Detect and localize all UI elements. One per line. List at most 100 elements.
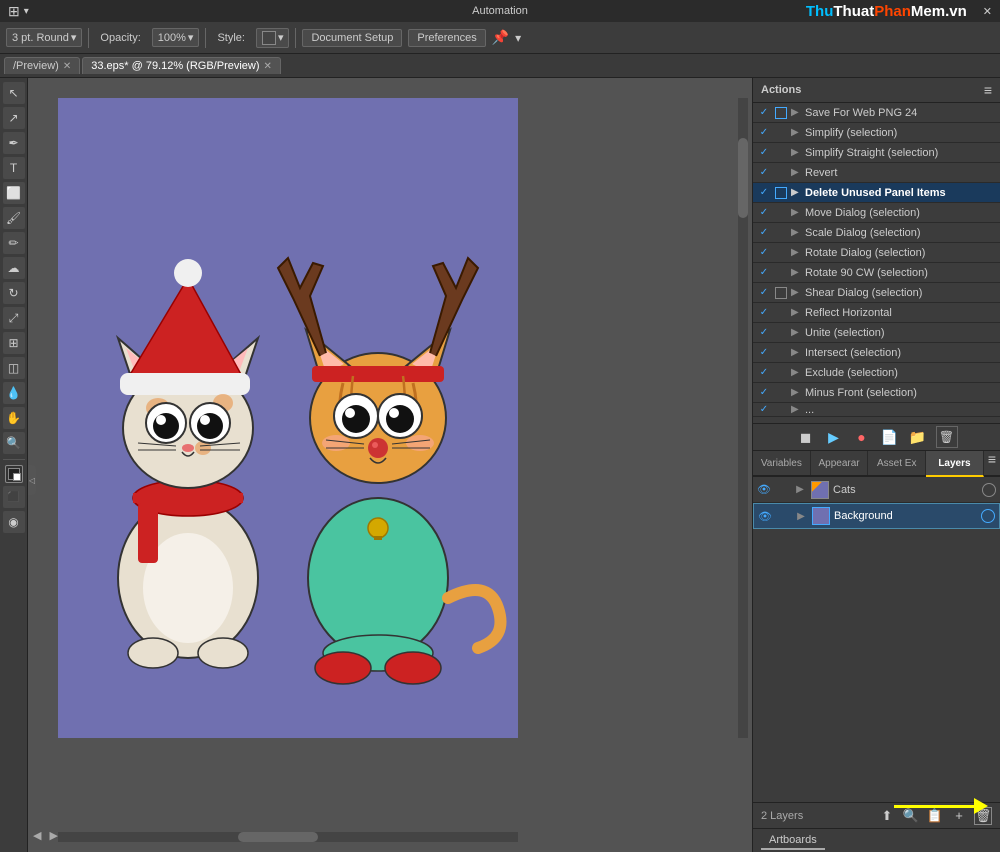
action-row-highlighted[interactable]: ✓ ▶ Delete Unused Panel Items [753,183,1000,203]
expand-icon[interactable]: ▶ [794,509,808,523]
blob-tool[interactable]: ☁ [3,257,25,279]
fill-color[interactable] [5,465,23,483]
lock-icon[interactable] [776,509,790,523]
check-icon: ✓ [757,346,771,360]
canvas-content [58,98,518,738]
tab-variables[interactable]: Variables [753,451,811,475]
action-row[interactable]: ✓ ▶ Shear Dialog (selection) [753,283,1000,303]
hand-tool[interactable]: ✋ [3,407,25,429]
document-setup-button[interactable]: Document Setup [302,29,402,47]
action-row[interactable]: ✓ ▶ Rotate 90 CW (selection) [753,263,1000,283]
gradient-tool[interactable]: ◫ [3,357,25,379]
action-row[interactable]: ✓ ▶ Save For Web PNG 24 [753,103,1000,123]
scrollbar-thumb[interactable] [238,832,318,842]
action-row[interactable]: ✓ ▶ Exclude (selection) [753,363,1000,383]
separator [205,28,206,48]
check-icon: ✓ [757,386,771,400]
action-label: Simplify (selection) [805,127,996,139]
chevron-down-icon: ▾ [71,31,77,44]
action-box[interactable] [775,287,787,299]
layer-row-cats[interactable]: 👁 🔒 ▶ Cats [753,477,1000,503]
horizontal-scrollbar[interactable] [58,832,518,842]
check-icon: ✓ [757,206,771,220]
close-icon[interactable]: ✕ [264,61,272,72]
pen-tool[interactable]: ✒ [3,132,25,154]
action-row[interactable]: ✓ ▶ Simplify Straight (selection) [753,143,1000,163]
action-row[interactable]: ✓ ▶ Minus Front (selection) [753,383,1000,403]
check-icon: ✓ [757,186,771,200]
tab-appearance[interactable]: Appearar [811,451,869,475]
layer-target-icon[interactable] [982,483,996,497]
action-row[interactable]: ✓ ▶ Revert [753,163,1000,183]
pencil-tool[interactable]: ✏ [3,232,25,254]
collapse-handle[interactable]: ◁ [28,465,36,495]
drawing-mode[interactable]: ⬛ [3,486,25,508]
action-row[interactable]: ✓ ▶ Reflect Horizontal [753,303,1000,323]
expand-arrow-icon: ▶ [791,404,801,415]
artboards-tab[interactable]: Artboards [761,832,825,850]
close-icon[interactable]: ✕ [63,61,71,72]
action-row[interactable]: ✓ ▶ Unite (selection) [753,323,1000,343]
pin-icon[interactable]: 📌 [492,29,509,46]
expand-icon[interactable]: ▶ [793,483,807,497]
action-row[interactable]: ✓ ▶ ... [753,403,1000,417]
close-icon[interactable]: ✕ [983,5,992,18]
lock-icon[interactable]: 🔒 [775,483,789,497]
vertical-scrollbar[interactable] [738,98,748,738]
type-tool[interactable]: T [3,157,25,179]
direct-select-tool[interactable]: ↗ [3,107,25,129]
paintbrush-tool[interactable]: 🖌 [3,207,25,229]
tab-layers[interactable]: Layers [926,451,984,477]
opacity-label: Opacity: [95,30,145,46]
action-label: Move Dialog (selection) [805,207,996,219]
record-button[interactable]: ● [852,427,872,447]
eyedropper-tool[interactable]: 💧 [3,382,25,404]
eye-icon[interactable]: 👁 [758,509,772,523]
tab-asset-export[interactable]: Asset Ex [868,451,926,475]
action-row[interactable]: ✓ ▶ Intersect (selection) [753,343,1000,363]
action-row[interactable]: ✓ ▶ Rotate Dialog (selection) [753,243,1000,263]
new-set-button[interactable]: 📁 [908,427,928,447]
panel-menu-icon[interactable]: ≡ [984,451,1000,475]
panel-tabs: Variables Appearar Asset Ex Layers ≡ [753,451,1000,477]
chevron-down-icon[interactable]: ▾ [515,31,521,45]
arrow-left-icon[interactable]: ◀ [33,829,41,842]
scale-tool[interactable]: ⤢ [3,307,25,329]
layer-thumbnail [812,507,830,525]
layer-target-icon[interactable] [981,509,995,523]
action-box[interactable] [775,187,787,199]
stop-button[interactable]: ◼ [796,427,816,447]
action-row[interactable]: ✓ ▶ Simplify (selection) [753,123,1000,143]
expand-arrow-icon: ▶ [791,207,801,218]
layer-row-background[interactable]: 👁 ▶ Background [753,503,1000,529]
rectangle-tool[interactable]: ⬜ [3,182,25,204]
separator [3,459,25,460]
screen-mode[interactable]: ◉ [3,511,25,533]
eye-icon[interactable]: 👁 [757,483,771,497]
brush-size-selector[interactable]: 3 pt. Round ▾ [6,28,82,47]
panel-menu-icon[interactable]: ≡ [984,82,992,98]
opacity-selector[interactable]: 100% ▾ [152,28,200,47]
action-box[interactable] [775,107,787,119]
select-tool[interactable]: ↖ [3,82,25,104]
zoom-tool[interactable]: 🔍 [3,432,25,454]
action-label: Unite (selection) [805,327,996,339]
style-selector[interactable]: ▾ [256,28,290,48]
delete-action-button[interactable]: 🗑 [936,426,958,448]
action-row[interactable]: ✓ ▶ Move Dialog (selection) [753,203,1000,223]
expand-arrow-icon: ▶ [791,267,801,278]
new-action-button[interactable]: 📄 [880,427,900,447]
preferences-button[interactable]: Preferences [408,29,485,47]
canvas-area[interactable]: ◁ [28,78,752,852]
layers-count: 2 Layers [761,810,803,822]
mesh-tool[interactable]: ⊞ [3,332,25,354]
tab-preview[interactable]: /Preview) ✕ [4,57,80,74]
rotate-tool[interactable]: ↻ [3,282,25,304]
play-button[interactable]: ▶ [824,427,844,447]
layer-thumbnail [811,481,829,499]
tab-main[interactable]: 33.eps* @ 79.12% (RGB/Preview) ✕ [82,57,281,74]
arrow-right-icon[interactable]: ▶ [49,829,57,842]
action-row[interactable]: ✓ ▶ Scale Dialog (selection) [753,223,1000,243]
chevron-down-icon: ▾ [278,31,284,44]
scrollbar-thumb[interactable] [738,138,748,218]
